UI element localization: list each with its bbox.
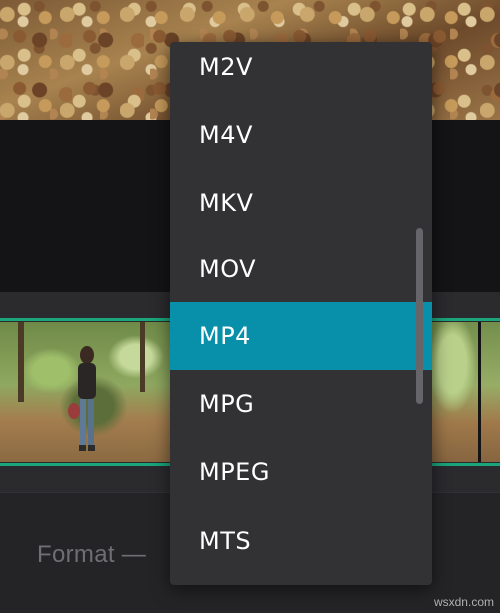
format-option-mts[interactable]: MTS bbox=[170, 507, 432, 575]
clip-divider bbox=[478, 322, 481, 462]
person-figure bbox=[68, 346, 96, 451]
format-option-m2v[interactable]: M2V bbox=[170, 42, 432, 101]
format-label: Format — bbox=[37, 541, 147, 568]
format-option-mov[interactable]: MOV bbox=[170, 235, 432, 303]
video-clip-thumbnail[interactable] bbox=[432, 322, 500, 462]
dropdown-scrollbar[interactable] bbox=[416, 228, 423, 404]
tree-trunk bbox=[18, 322, 24, 402]
format-option-mpeg[interactable]: MPEG bbox=[170, 438, 432, 506]
format-option-mpg[interactable]: MPG bbox=[170, 370, 432, 438]
format-option-m4v[interactable]: M4V bbox=[170, 101, 432, 169]
tree-trunk bbox=[140, 322, 145, 392]
format-option-mp4[interactable]: MP4 bbox=[170, 302, 432, 370]
watermark: wsxdn.com bbox=[433, 595, 494, 609]
format-option-mkv[interactable]: MKV bbox=[170, 169, 432, 237]
format-dropdown-menu[interactable]: M2V M4V MKV MOV MP4 MPG MPEG MTS bbox=[170, 42, 432, 585]
